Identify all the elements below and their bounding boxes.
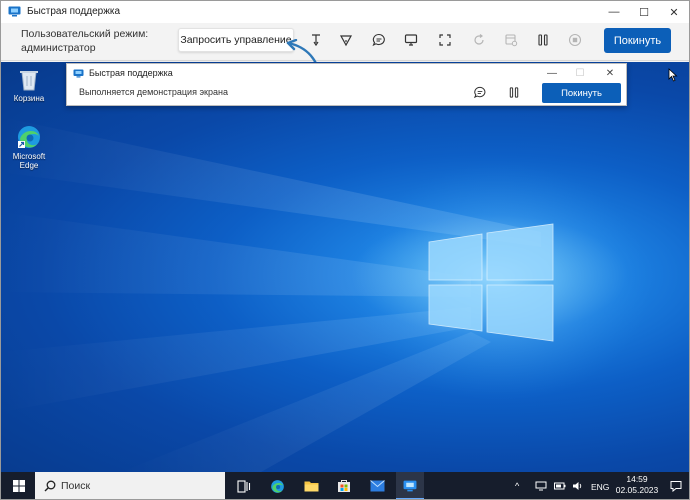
taskbar-search[interactable]: Поиск bbox=[35, 472, 225, 499]
leave-button[interactable]: Покинуть bbox=[604, 28, 671, 53]
minimize-button[interactable]: — bbox=[599, 1, 629, 23]
language-indicator[interactable]: ENG bbox=[591, 482, 609, 492]
minimize-icon: — bbox=[608, 6, 620, 18]
title-bar: Быстрая поддержка — ☐ ✕ bbox=[1, 1, 689, 23]
task-manager-button[interactable] bbox=[499, 29, 523, 51]
edge-label-line2: Edge bbox=[19, 161, 39, 170]
maximize-button[interactable]: ☐ bbox=[629, 1, 659, 23]
store-icon[interactable] bbox=[337, 479, 351, 493]
mail-icon[interactable] bbox=[370, 480, 385, 492]
recycle-bin-label: Корзина bbox=[13, 94, 45, 103]
chat-icon[interactable] bbox=[473, 86, 487, 99]
chat-icon bbox=[372, 33, 385, 47]
network-icon[interactable] bbox=[535, 481, 547, 491]
chat-button[interactable] bbox=[367, 29, 391, 51]
tray-chevron-icon[interactable]: ^ bbox=[515, 481, 519, 491]
clock-time: 14:59 bbox=[626, 474, 648, 484]
shared-maximize-button[interactable]: ☐ bbox=[570, 66, 590, 80]
search-icon bbox=[44, 480, 56, 492]
select-monitor-button[interactable] bbox=[399, 29, 423, 51]
shared-window-title: Быстрая поддержка bbox=[89, 68, 173, 78]
fullscreen-button[interactable] bbox=[433, 29, 457, 51]
shared-close-button[interactable]: ✕ bbox=[600, 66, 620, 80]
edge-taskbar-icon[interactable] bbox=[270, 479, 285, 494]
battery-icon[interactable] bbox=[554, 481, 566, 491]
shared-quick-assist-window: Быстрая поддержка — ☐ ✕ Выполняется демо… bbox=[66, 63, 627, 106]
volume-icon[interactable] bbox=[572, 481, 584, 491]
notifications-icon[interactable] bbox=[670, 480, 682, 492]
quick-assist-window: Быстрая поддержка — ☐ ✕ Пользовательский… bbox=[0, 0, 690, 500]
select-monitor-icon bbox=[404, 34, 418, 46]
shared-minimize-button[interactable]: — bbox=[542, 66, 562, 80]
pause-button[interactable] bbox=[531, 29, 555, 51]
wallpaper-light-beams bbox=[1, 117, 651, 472]
user-mode-label: Пользовательский режим: bbox=[21, 28, 149, 40]
mouse-cursor-icon bbox=[668, 68, 678, 82]
maximize-icon: ☐ bbox=[575, 67, 585, 79]
shared-leave-button[interactable]: Покинуть bbox=[542, 83, 621, 103]
taskbar: Поиск ^ ENG 14:59 02.05.2023 bbox=[1, 472, 689, 499]
task-manager-icon bbox=[505, 34, 518, 47]
edge-label-line1: Microsoft bbox=[12, 152, 46, 161]
minimize-icon: — bbox=[547, 67, 557, 79]
window-title: Быстрая поддержка bbox=[27, 6, 121, 17]
restart-icon bbox=[474, 34, 484, 45]
stop-sharing-button[interactable] bbox=[563, 29, 587, 51]
task-view-icon[interactable] bbox=[237, 480, 251, 493]
remote-desktop: Корзина Microsoft Edge bbox=[1, 62, 689, 472]
sharing-status-text: Выполняется демонстрация экрана bbox=[79, 87, 228, 97]
edge-icon bbox=[18, 126, 40, 148]
close-icon: ✕ bbox=[669, 6, 679, 19]
recycle-bin-desktop-icon[interactable]: Корзина bbox=[5, 66, 53, 103]
edge-desktop-icon[interactable]: Microsoft Edge bbox=[5, 124, 53, 170]
stop-icon bbox=[568, 33, 582, 47]
quick-assist-app-icon bbox=[8, 6, 21, 17]
recycle-bin-icon bbox=[20, 71, 38, 91]
user-mode-text: Пользовательский режим: администратор bbox=[21, 27, 171, 55]
search-placeholder: Поиск bbox=[61, 480, 91, 492]
fullscreen-icon bbox=[439, 34, 451, 46]
start-button[interactable] bbox=[13, 480, 25, 492]
pause-icon[interactable] bbox=[507, 86, 521, 99]
maximize-icon: ☐ bbox=[639, 6, 649, 19]
file-explorer-icon[interactable] bbox=[304, 480, 319, 492]
close-button[interactable]: ✕ bbox=[659, 1, 689, 23]
quick-assist-app-icon bbox=[403, 480, 417, 492]
quick-assist-app-icon bbox=[73, 69, 84, 78]
clock-date: 02.05.2023 bbox=[615, 485, 659, 495]
close-icon: ✕ bbox=[605, 67, 615, 79]
quick-assist-taskbar-button[interactable] bbox=[396, 472, 424, 499]
clock[interactable]: 14:59 02.05.2023 bbox=[613, 474, 661, 496]
pause-icon bbox=[538, 34, 548, 46]
user-mode-value: администратор bbox=[21, 42, 96, 54]
restart-button[interactable] bbox=[467, 29, 491, 51]
